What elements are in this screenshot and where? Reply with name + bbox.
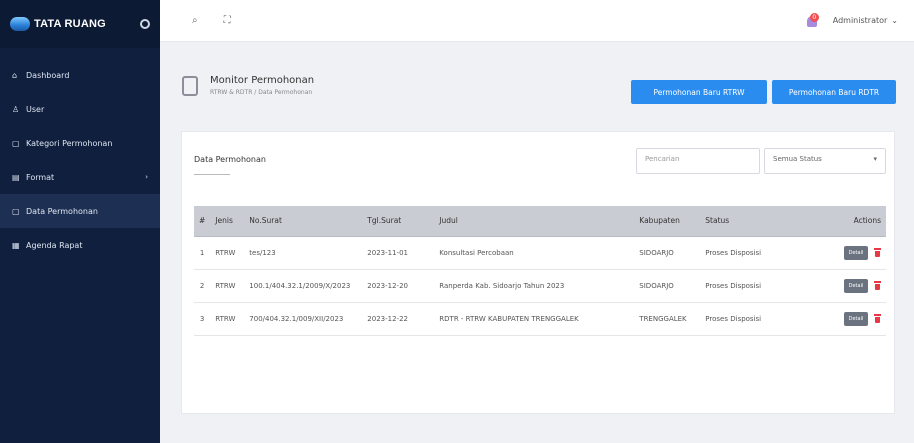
search-icon[interactable]: ⌕ bbox=[192, 15, 198, 26]
sidebar-item-label: Data Permohonan bbox=[26, 206, 98, 216]
sidebar-item-label: Dashboard bbox=[26, 70, 70, 80]
sidebar-item-label: Format bbox=[26, 172, 55, 182]
cell-no-surat: 100.1/404.32.1/2009/X/2023 bbox=[244, 269, 363, 303]
status-filter-value: Semua Status bbox=[773, 155, 822, 163]
sidebar: TATA RUANG ⌂ Dashboard ♙ User ▢ Kategori… bbox=[0, 0, 160, 443]
cell-actions: Detail bbox=[784, 236, 886, 270]
sidebar-nav: ⌂ Dashboard ♙ User ▢ Kategori Permohonan… bbox=[0, 48, 160, 262]
cell-judul: RDTR - RTRW KABUPATEN TRENGGALEK bbox=[434, 302, 635, 336]
breadcrumb: RTRW & RDTR / Data Permohonan bbox=[210, 89, 313, 96]
col-header-kabupaten[interactable]: Kabupaten bbox=[634, 206, 701, 237]
document-icon bbox=[182, 75, 198, 96]
sidebar-item-agenda[interactable]: ▦ Agenda Rapat bbox=[0, 228, 160, 262]
new-rtrw-button[interactable]: Permohonan Baru RTRW bbox=[631, 80, 767, 104]
brand: TATA RUANG bbox=[0, 0, 160, 48]
col-header-judul[interactable]: Judul bbox=[434, 206, 635, 237]
calendar-icon: ▦ bbox=[12, 240, 20, 250]
trash-icon[interactable] bbox=[874, 314, 881, 323]
cell-status: Proses Disposisi bbox=[700, 236, 785, 270]
col-header-status[interactable]: Status bbox=[700, 206, 785, 237]
sidebar-item-dashboard[interactable]: ⌂ Dashboard bbox=[0, 58, 160, 92]
sidebar-item-format[interactable]: ▤ Format › bbox=[0, 160, 160, 194]
sidebar-item-label: Agenda Rapat bbox=[26, 240, 83, 250]
detail-button[interactable]: Detail bbox=[844, 278, 868, 293]
trash-icon[interactable] bbox=[874, 248, 881, 257]
sidebar-item-label: User bbox=[26, 104, 45, 114]
home-icon: ⌂ bbox=[12, 70, 18, 80]
cell-judul: Ranperda Kab. Sidoarjo Tahun 2023 bbox=[434, 269, 635, 303]
sidebar-item-label: Kategori Permohonan bbox=[26, 138, 113, 148]
cell-kabupaten: TRENGGALEK bbox=[634, 302, 701, 336]
table-row: 2 RTRW 100.1/404.32.1/2009/X/2023 2023-1… bbox=[194, 269, 886, 303]
fullscreen-icon[interactable]: ⛶ bbox=[224, 15, 231, 26]
card-title-underline bbox=[194, 174, 230, 175]
cell-no-surat: 700/404.32.1/009/XII/2023 bbox=[244, 302, 363, 336]
cell-status: Proses Disposisi bbox=[700, 302, 785, 336]
detail-button[interactable]: Detail bbox=[844, 245, 868, 260]
cell-jenis: RTRW bbox=[210, 236, 245, 270]
cell-no: 1 bbox=[194, 236, 211, 270]
data-card: Data Permohonan Pencarian Semua Status ▾… bbox=[181, 131, 895, 414]
main-content: Monitor Permohonan RTRW & RDTR / Data Pe… bbox=[160, 42, 914, 443]
chevron-down-icon[interactable]: ⌄ bbox=[891, 16, 898, 25]
col-header-jenis[interactable]: Jenis bbox=[210, 206, 245, 237]
cell-kabupaten: SIDOARJO bbox=[634, 236, 701, 270]
cell-kabupaten: SIDOARJO bbox=[634, 269, 701, 303]
topbar: ⌕ ⛶ 0 Administrator ⌄ bbox=[160, 0, 914, 42]
col-header-no-surat[interactable]: No.Surat bbox=[244, 206, 363, 237]
cell-status: Proses Disposisi bbox=[700, 269, 785, 303]
table-row: 3 RTRW 700/404.32.1/009/XII/2023 2023-12… bbox=[194, 302, 886, 336]
cell-tgl-surat: 2023-12-22 bbox=[362, 302, 435, 336]
format-icon: ▤ bbox=[12, 172, 20, 182]
notification-badge: 0 bbox=[809, 12, 819, 22]
page-header: Monitor Permohonan RTRW & RDTR / Data Pe… bbox=[182, 75, 314, 96]
table-header-row: # Jenis No.Surat Tgl.Surat Judul Kabupat… bbox=[194, 206, 886, 237]
search-input[interactable]: Pencarian bbox=[636, 148, 760, 174]
notification-bell-icon[interactable]: 0 bbox=[805, 12, 819, 29]
table-row: 1 RTRW tes/123 2023-11-01 Konsultasi Per… bbox=[194, 236, 886, 270]
trash-icon[interactable] bbox=[874, 281, 881, 290]
detail-button[interactable]: Detail bbox=[844, 311, 868, 326]
new-rdtr-button[interactable]: Permohonan Baru RDTR bbox=[772, 80, 896, 104]
data-icon: ▢ bbox=[12, 206, 20, 216]
cell-no: 2 bbox=[194, 269, 211, 303]
cell-jenis: RTRW bbox=[210, 269, 245, 303]
cell-tgl-surat: 2023-12-20 bbox=[362, 269, 435, 303]
cell-no-surat: tes/123 bbox=[244, 236, 363, 270]
sidebar-item-data-permohonan[interactable]: ▢ Data Permohonan bbox=[0, 194, 160, 228]
col-header-tgl-surat[interactable]: Tgl.Surat bbox=[362, 206, 435, 237]
logo-icon bbox=[10, 17, 30, 31]
status-filter-select[interactable]: Semua Status ▾ bbox=[764, 148, 886, 174]
brand-name: TATA RUANG bbox=[34, 18, 106, 30]
col-header-actions: Actions bbox=[784, 206, 886, 237]
cell-jenis: RTRW bbox=[210, 302, 245, 336]
chevron-down-icon: ▾ bbox=[873, 155, 877, 163]
sidebar-item-user[interactable]: ♙ User bbox=[0, 92, 160, 126]
cell-judul: Konsultasi Percobaan bbox=[434, 236, 635, 270]
user-icon: ♙ bbox=[12, 104, 20, 114]
chevron-right-icon: › bbox=[145, 173, 148, 181]
permohonan-table: # Jenis No.Surat Tgl.Surat Judul Kabupat… bbox=[194, 206, 886, 336]
cell-tgl-surat: 2023-11-01 bbox=[362, 236, 435, 270]
user-menu[interactable]: Administrator bbox=[833, 16, 888, 25]
card-title: Data Permohonan bbox=[194, 155, 266, 164]
cell-actions: Detail bbox=[784, 302, 886, 336]
sidebar-item-kategori[interactable]: ▢ Kategori Permohonan bbox=[0, 126, 160, 160]
cell-actions: Detail bbox=[784, 269, 886, 303]
col-header-no[interactable]: # bbox=[194, 206, 211, 237]
cell-no: 3 bbox=[194, 302, 211, 336]
category-icon: ▢ bbox=[12, 138, 20, 148]
page-title: Monitor Permohonan bbox=[210, 75, 315, 86]
sidebar-toggle-icon[interactable] bbox=[140, 19, 150, 29]
